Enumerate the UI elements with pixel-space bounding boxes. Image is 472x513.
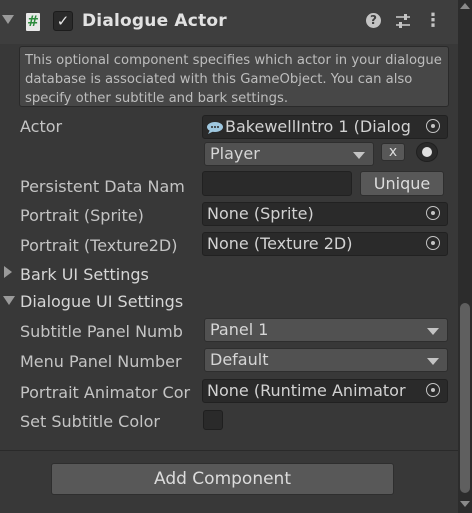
dialogue-ui-foldout-label[interactable]: Dialogue UI Settings bbox=[20, 292, 183, 311]
portrait-animator-label: Portrait Animator Cor bbox=[20, 383, 191, 402]
actor-popup-value: Player bbox=[210, 144, 260, 163]
set-subtitle-color-label: Set Subtitle Color bbox=[20, 412, 160, 431]
object-picker-icon[interactable] bbox=[420, 381, 446, 401]
actor-popup[interactable]: Player bbox=[204, 142, 374, 166]
script-icon: # bbox=[26, 13, 40, 31]
subtitle-panel-value: Panel 1 bbox=[210, 320, 269, 339]
portrait-animator-field[interactable]: None (Runtime Animator bbox=[202, 379, 448, 403]
scrollbar-thumb[interactable] bbox=[460, 303, 470, 493]
context-menu-icon[interactable]: ⋮ bbox=[424, 11, 442, 31]
portrait-sprite-label: Portrait (Sprite) bbox=[20, 206, 144, 225]
chevron-down-icon bbox=[427, 328, 439, 335]
add-component-button[interactable]: Add Component bbox=[51, 463, 394, 495]
portrait-sprite-field[interactable]: None (Sprite) bbox=[202, 202, 448, 226]
portrait-texture-value: None (Texture 2D) bbox=[207, 234, 353, 253]
component-title: Dialogue Actor bbox=[82, 11, 227, 31]
scroll-up-icon[interactable] bbox=[460, 3, 470, 9]
preset-sliders-icon[interactable] bbox=[395, 13, 411, 29]
dialogue-ui-foldout[interactable] bbox=[3, 296, 15, 305]
chevron-right-icon bbox=[4, 266, 12, 278]
actor-label: Actor bbox=[20, 117, 63, 136]
dialogue-database-icon bbox=[207, 122, 223, 134]
unique-button[interactable]: Unique bbox=[360, 171, 444, 196]
foldout-arrow-icon[interactable] bbox=[2, 15, 14, 24]
section-divider bbox=[0, 450, 458, 451]
circle-icon bbox=[422, 147, 432, 157]
actor-picker-button[interactable] bbox=[416, 142, 438, 162]
help-icon[interactable]: ? bbox=[366, 13, 381, 28]
actor-value: BakewellIntro 1 (Dialog bbox=[225, 117, 411, 136]
set-subtitle-color-checkbox[interactable] bbox=[203, 410, 223, 430]
scroll-down-icon[interactable] bbox=[460, 501, 470, 507]
subtitle-panel-popup[interactable]: Panel 1 bbox=[204, 318, 448, 342]
menu-panel-popup[interactable]: Default bbox=[204, 348, 448, 372]
help-box: This optional component specifies which … bbox=[19, 46, 449, 107]
bark-foldout-label[interactable]: Bark UI Settings bbox=[20, 265, 149, 284]
clear-actor-button[interactable]: x bbox=[381, 143, 405, 161]
actor-object-field[interactable]: BakewellIntro 1 (Dialog bbox=[202, 115, 448, 139]
chevron-down-icon bbox=[427, 358, 439, 365]
bark-foldout[interactable] bbox=[4, 266, 12, 278]
portrait-texture-field[interactable]: None (Texture 2D) bbox=[202, 232, 448, 256]
object-picker-icon[interactable] bbox=[420, 234, 446, 254]
portrait-texture-label: Portrait (Texture2D) bbox=[20, 236, 178, 255]
menu-panel-value: Default bbox=[210, 350, 269, 369]
chevron-down-icon bbox=[3, 296, 15, 305]
menu-panel-label: Menu Panel Number bbox=[20, 352, 182, 371]
portrait-animator-value: None (Runtime Animator bbox=[207, 381, 406, 400]
portrait-sprite-value: None (Sprite) bbox=[207, 204, 314, 223]
persistent-data-input[interactable] bbox=[202, 171, 352, 196]
subtitle-panel-label: Subtitle Panel Numb bbox=[20, 322, 183, 341]
object-picker-icon[interactable] bbox=[420, 117, 446, 137]
component-enabled-checkbox[interactable]: ✓ bbox=[53, 11, 73, 31]
persistent-data-label: Persistent Data Nam bbox=[20, 177, 185, 196]
chevron-down-icon bbox=[353, 152, 365, 159]
object-picker-icon[interactable] bbox=[420, 204, 446, 224]
